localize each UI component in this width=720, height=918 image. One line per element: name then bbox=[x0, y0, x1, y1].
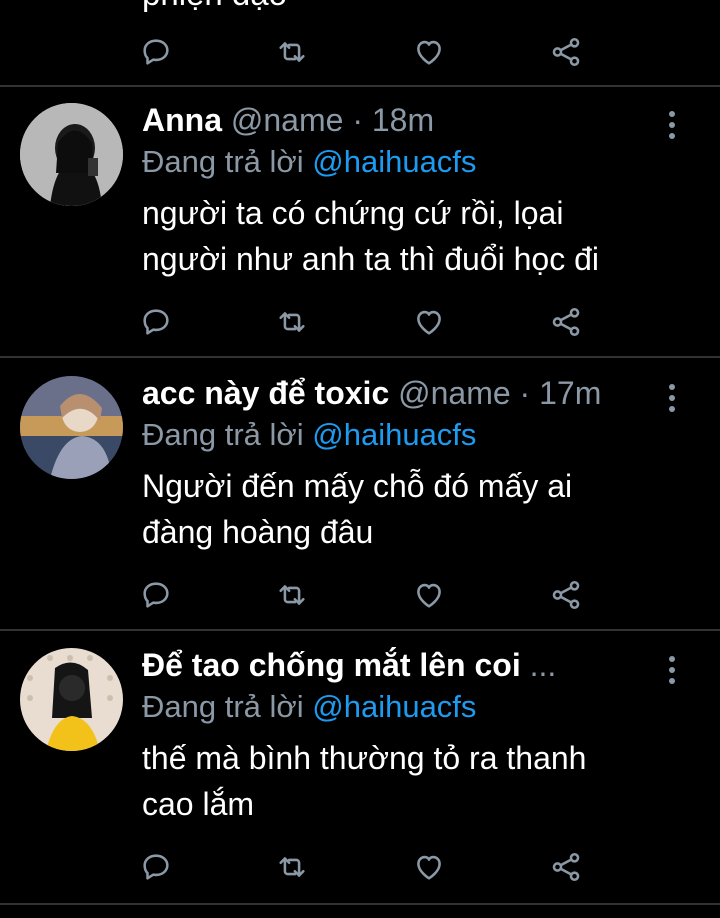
more-icon[interactable] bbox=[668, 110, 676, 140]
tweet-body-line: người ta có chứng cứ rồi, lọai bbox=[142, 195, 564, 231]
tweet-actions bbox=[0, 845, 720, 889]
like-icon bbox=[417, 40, 441, 65]
share-icon bbox=[552, 307, 580, 337]
handle[interactable]: @name bbox=[398, 375, 511, 411]
like-button[interactable] bbox=[407, 845, 451, 889]
tweet-body-line: người như anh ta thì đuổi học đi bbox=[142, 241, 600, 277]
retweet-button[interactable] bbox=[270, 300, 314, 344]
tweet-header: Để tao chống mắt lên coi ... bbox=[142, 645, 650, 685]
reply-icon bbox=[143, 39, 169, 65]
share-icon bbox=[552, 580, 580, 610]
tweet-actions bbox=[0, 300, 720, 344]
reply-prefix: Đang trả lời bbox=[142, 144, 304, 179]
tweet-partial-top[interactable]: phiện đạo bbox=[0, 0, 720, 85]
reply-icon bbox=[143, 582, 169, 608]
separator: · bbox=[352, 102, 363, 138]
more-icon[interactable] bbox=[668, 383, 676, 413]
retweet-button[interactable] bbox=[270, 845, 314, 889]
share-icon bbox=[552, 37, 580, 67]
tweet-item[interactable]: acc này để toxic @name · 17m Đang trả lờ… bbox=[0, 373, 720, 629]
handle[interactable]: @name bbox=[231, 102, 344, 138]
like-button[interactable] bbox=[407, 30, 451, 74]
like-button[interactable] bbox=[407, 300, 451, 344]
tweet-body-line: đàng hoàng đâu bbox=[142, 514, 374, 550]
separator: · bbox=[519, 375, 531, 411]
display-name[interactable]: Anna bbox=[142, 102, 222, 138]
avatar-image bbox=[20, 648, 123, 751]
tweet-body-line: cao lắm bbox=[142, 786, 255, 822]
share-button[interactable] bbox=[544, 573, 588, 617]
retweet-icon bbox=[279, 585, 305, 605]
like-icon bbox=[417, 855, 441, 880]
like-button[interactable] bbox=[407, 573, 451, 617]
divider bbox=[0, 903, 720, 905]
display-name[interactable]: Để tao chống mắt lên coi bbox=[142, 647, 521, 683]
tweet-body-line: thế mà bình thường tỏ ra thanh bbox=[142, 740, 587, 776]
tweet-item[interactable]: Anna @name · 18m Đang trả lời @haihuacfs… bbox=[0, 100, 720, 356]
retweet-button[interactable] bbox=[270, 30, 314, 74]
tweet-actions bbox=[0, 573, 720, 617]
avatar[interactable] bbox=[20, 376, 123, 479]
share-button[interactable] bbox=[544, 300, 588, 344]
tweet-header: Anna @name · 18m bbox=[142, 100, 650, 140]
retweet-button[interactable] bbox=[270, 573, 314, 617]
retweet-icon bbox=[279, 857, 305, 877]
reply-icon bbox=[143, 309, 169, 335]
tweet-body: Người đến mấy chỗ đó mấy ai đàng hoàng đ… bbox=[142, 463, 662, 555]
more-icon[interactable] bbox=[668, 655, 676, 685]
reply-button[interactable] bbox=[134, 573, 178, 617]
tweet-body: thế mà bình thường tỏ ra thanh cao lắm bbox=[142, 735, 662, 827]
tweet-header: acc này để toxic @name · 17m bbox=[142, 373, 650, 413]
reply-prefix: Đang trả lời bbox=[142, 417, 304, 452]
reply-context: Đang trả lời @haihuacfs bbox=[142, 415, 476, 455]
display-name[interactable]: acc này để toxic bbox=[142, 375, 389, 411]
reply-context: Đang trả lời @haihuacfs bbox=[142, 142, 476, 182]
tweet-body: người ta có chứng cứ rồi, lọai người như… bbox=[142, 190, 662, 282]
share-button[interactable] bbox=[544, 845, 588, 889]
tweet-actions bbox=[0, 30, 720, 74]
tweet-feed: phiện đạo bbox=[0, 0, 720, 918]
avatar[interactable] bbox=[20, 648, 123, 751]
mention-link[interactable]: @haihuacfs bbox=[312, 417, 476, 452]
mention-link[interactable]: @haihuacfs bbox=[312, 689, 476, 724]
avatar[interactable] bbox=[20, 103, 123, 206]
reply-button[interactable] bbox=[134, 300, 178, 344]
like-icon bbox=[417, 310, 441, 335]
divider bbox=[0, 85, 720, 87]
reply-button[interactable] bbox=[134, 845, 178, 889]
timestamp[interactable]: 17m bbox=[539, 375, 601, 411]
name-ellipsis: ... bbox=[529, 647, 557, 683]
retweet-icon bbox=[279, 312, 305, 332]
mention-link[interactable]: @haihuacfs bbox=[312, 144, 476, 179]
tweet-body-cut: phiện đạo bbox=[142, 0, 287, 14]
divider bbox=[0, 356, 720, 358]
reply-icon bbox=[143, 854, 169, 880]
timestamp[interactable]: 18m bbox=[372, 102, 434, 138]
avatar-image bbox=[20, 103, 123, 206]
tweet-body-line: Người đến mấy chỗ đó mấy ai bbox=[142, 468, 573, 504]
reply-prefix: Đang trả lời bbox=[142, 689, 304, 724]
tweet-item[interactable]: Để tao chống mắt lên coi ... Đang trả lờ… bbox=[0, 645, 720, 903]
divider bbox=[0, 629, 720, 631]
like-icon bbox=[417, 583, 441, 608]
share-icon bbox=[552, 852, 580, 882]
reply-context: Đang trả lời @haihuacfs bbox=[142, 687, 476, 727]
share-button[interactable] bbox=[544, 30, 588, 74]
retweet-icon bbox=[279, 42, 305, 62]
avatar-image bbox=[20, 376, 123, 479]
reply-button[interactable] bbox=[134, 30, 178, 74]
